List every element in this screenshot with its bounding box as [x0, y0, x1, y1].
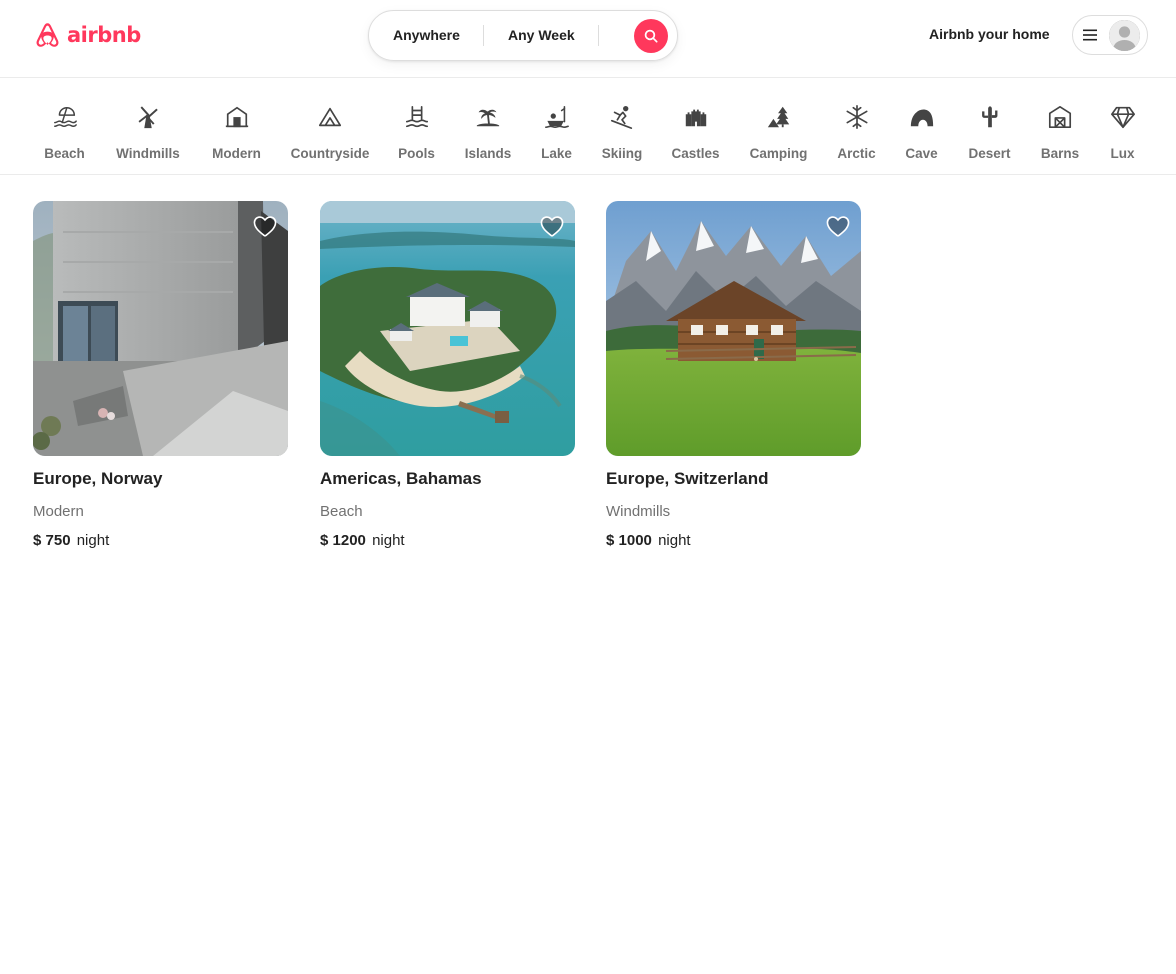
category-arctic[interactable]: Arctic [837, 104, 876, 161]
category-label: Modern [212, 146, 261, 161]
category-windmills[interactable]: Windmills [115, 104, 181, 161]
windmill-icon [138, 106, 158, 129]
user-avatar-icon [1109, 20, 1140, 51]
listing-image-modern-house [33, 201, 288, 456]
listing-title: Europe, Norway [33, 469, 163, 488]
category-pools[interactable]: Pools [398, 104, 435, 161]
heart-icon[interactable] [539, 213, 565, 239]
category-camping[interactable]: Camping [749, 104, 808, 161]
search-button[interactable] [634, 19, 668, 53]
listing-card[interactable]: Americas, Bahamas Beach $ 1200 night [320, 201, 575, 549]
listing-image-island-villa [320, 201, 575, 456]
category-label: Lake [541, 146, 572, 161]
category-islands[interactable]: Islands [464, 104, 512, 161]
price-amount: $ 750 [33, 532, 71, 549]
category-label: Lux [1110, 146, 1135, 161]
search-bar[interactable]: Anywhere Any Week [368, 10, 678, 61]
skiing-icon [610, 105, 633, 129]
category-castles[interactable]: Castles [671, 104, 720, 161]
category-label: Barns [1040, 146, 1080, 161]
camping-icon [767, 106, 789, 128]
modern-house-icon [225, 106, 248, 128]
category-label: Cave [905, 146, 938, 161]
category-label: Castles [671, 146, 720, 161]
price-unit: night [372, 532, 405, 549]
category-countryside[interactable]: Countryside [290, 104, 370, 161]
price-amount: $ 1200 [320, 532, 366, 549]
airbnb-your-home-link[interactable]: Airbnb your home [929, 26, 1050, 42]
category-label: Countryside [290, 146, 370, 161]
listing-category: Beach [320, 503, 363, 520]
category-lux[interactable]: Lux [1109, 104, 1136, 161]
diamond-icon [1110, 106, 1135, 129]
mountain-icon [318, 107, 342, 127]
airbnb-logo[interactable]: airbnb [33, 19, 141, 51]
lake-icon [544, 105, 569, 129]
avatar [1109, 20, 1140, 51]
listing-title: Americas, Bahamas [320, 469, 482, 488]
category-label: Arctic [837, 146, 876, 161]
listing-photo[interactable] [320, 201, 575, 456]
listing-category: Modern [33, 503, 84, 520]
price-unit: night [658, 532, 691, 549]
category-label: Windmills [116, 146, 180, 161]
search-icon [644, 29, 658, 43]
search-where[interactable]: Anywhere [393, 11, 460, 60]
pool-icon [405, 105, 428, 128]
category-label: Beach [44, 146, 85, 161]
category-desert[interactable]: Desert [968, 104, 1011, 161]
price-amount: $ 1000 [606, 532, 652, 549]
listing-title: Europe, Switzerland [606, 469, 769, 488]
castle-icon [685, 109, 706, 127]
listing-price: $ 1200 night [320, 532, 575, 549]
listing-image-alpine-chalet [606, 201, 861, 456]
search-divider [598, 25, 599, 46]
category-modern[interactable]: Modern [212, 104, 261, 161]
category-skiing[interactable]: Skiing [601, 104, 643, 161]
category-label: Pools [398, 146, 435, 161]
category-lake[interactable]: Lake [541, 104, 572, 161]
search-when[interactable]: Any Week [508, 11, 575, 60]
cactus-icon [981, 106, 997, 128]
category-cave[interactable]: Cave [905, 104, 938, 161]
listing-card[interactable]: Europe, Switzerland Windmills $ 1000 nig… [606, 201, 861, 549]
category-bar: Beach Windmills Modern Countryside Pools [0, 78, 1176, 175]
menu-icon [1083, 29, 1097, 41]
category-label: Skiing [601, 146, 643, 161]
listing-photo[interactable] [606, 201, 861, 456]
price-unit: night [76, 532, 110, 549]
category-label: Islands [464, 146, 512, 161]
airbnb-logo-icon [36, 23, 59, 47]
listing-photo[interactable] [33, 201, 288, 456]
brand-name: airbnb [67, 23, 141, 47]
category-barns[interactable]: Barns [1040, 104, 1080, 161]
search-divider [483, 25, 484, 46]
heart-icon[interactable] [252, 213, 278, 239]
listing-category: Windmills [606, 503, 671, 520]
cave-icon [910, 109, 933, 127]
user-menu-button[interactable] [1072, 15, 1148, 55]
listing-card[interactable]: Europe, Norway Modern $ 750 night [33, 201, 288, 549]
island-icon [476, 109, 500, 127]
heart-icon[interactable] [825, 213, 851, 239]
beach-icon [53, 106, 77, 128]
top-navbar: airbnb Anywhere Any Week Airbnb your hom… [0, 0, 1176, 78]
listing-price: $ 750 night [33, 532, 288, 549]
category-beach[interactable]: Beach [44, 104, 85, 161]
category-label: Camping [749, 146, 808, 161]
barn-icon [1048, 105, 1072, 129]
category-label: Desert [968, 146, 1011, 161]
listing-price: $ 1000 night [606, 532, 861, 549]
snowflake-icon [846, 105, 867, 129]
